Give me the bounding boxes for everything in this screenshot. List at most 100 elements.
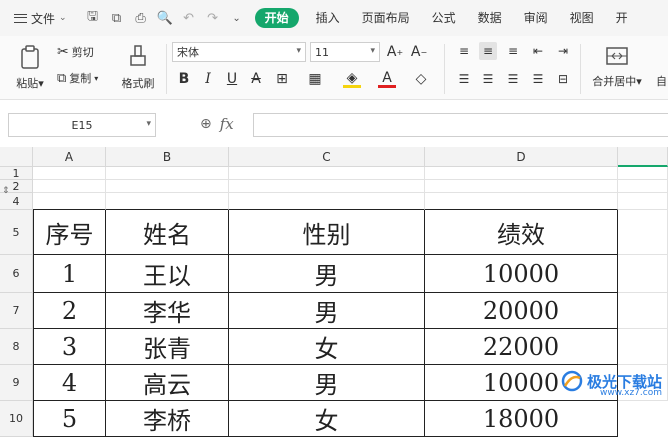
align-right-icon[interactable]: ☰ <box>504 70 522 88</box>
table-cell[interactable]: 女 <box>229 401 425 437</box>
table-cell[interactable]: 男 <box>229 293 425 329</box>
tab-page-layout[interactable]: 页面布局 <box>351 8 421 28</box>
paste-button[interactable]: 粘贴▾ <box>10 40 50 96</box>
empty-cell[interactable] <box>229 193 425 210</box>
row-header-9[interactable]: 9 <box>0 365 33 401</box>
table-cell[interactable]: 李华 <box>106 293 229 329</box>
table-cell[interactable]: 男 <box>229 255 425 293</box>
zoom-search-icon[interactable]: ⊕ <box>200 116 212 132</box>
table-cell[interactable]: 18000 <box>425 401 618 437</box>
decrease-font-icon[interactable]: A − <box>410 43 428 61</box>
column-header-e[interactable] <box>618 147 668 167</box>
tab-formulas[interactable]: 公式 <box>421 8 467 28</box>
row-header-8[interactable]: 8 <box>0 329 33 365</box>
row-header-7[interactable]: 7 <box>0 293 33 329</box>
merge-center-button[interactable]: 合并居中▾ <box>586 40 648 96</box>
clear-format-icon[interactable]: ◇ <box>412 70 430 88</box>
format-painter-button[interactable]: 格式刷 <box>116 40 160 96</box>
empty-cell[interactable] <box>618 167 668 180</box>
undo-icon[interactable]: ↶ <box>181 10 197 26</box>
empty-cell[interactable] <box>425 193 618 210</box>
empty-cell[interactable] <box>618 193 668 210</box>
font-size-select[interactable]: 11 ▾ <box>310 42 380 62</box>
table-cell[interactable]: 高云 <box>106 365 229 401</box>
print-icon[interactable]: ⎙ <box>133 10 149 26</box>
empty-cell[interactable] <box>106 193 229 210</box>
empty-cell[interactable] <box>229 167 425 180</box>
underline-icon[interactable]: U <box>223 70 241 88</box>
indent-decrease-icon[interactable]: ⇤ <box>529 42 547 60</box>
print-preview-icon[interactable]: 🔍 <box>156 10 172 26</box>
align-left-icon[interactable]: ☰ <box>455 70 473 88</box>
table-cell[interactable]: 20000 <box>425 293 618 329</box>
empty-cell[interactable] <box>618 180 668 193</box>
border-icon[interactable]: ⊞ <box>273 70 291 88</box>
cut-button[interactable]: ✂ 剪切 <box>57 44 94 60</box>
auto-wrap-button[interactable]: 自 <box>656 73 667 89</box>
increase-font-icon[interactable]: A + <box>386 43 404 61</box>
tab-data[interactable]: 数据 <box>467 8 513 28</box>
table-cell[interactable]: 3 <box>33 329 106 365</box>
tab-insert[interactable]: 插入 <box>305 8 351 28</box>
name-box[interactable]: E15 ▾ <box>8 113 156 137</box>
select-all-corner[interactable] <box>0 147 33 167</box>
empty-cell[interactable] <box>618 329 668 365</box>
fill-color-icon[interactable]: ◈ <box>343 70 361 88</box>
tab-home[interactable]: 开始 <box>254 8 299 28</box>
justify-icon[interactable]: ☰ <box>529 70 547 88</box>
align-top-icon[interactable]: ≡ <box>455 42 473 60</box>
save-icon[interactable]: 🖫 <box>85 9 101 26</box>
align-center-icon[interactable]: ☰ <box>479 70 497 88</box>
fx-icon[interactable]: fx <box>220 115 234 133</box>
empty-cell[interactable] <box>618 293 668 329</box>
empty-cell[interactable] <box>229 180 425 193</box>
font-color-icon[interactable]: A <box>378 70 396 88</box>
formula-input[interactable] <box>253 113 668 137</box>
column-header-b[interactable]: B <box>106 147 229 167</box>
empty-cell[interactable] <box>106 167 229 180</box>
row-header-6[interactable]: 6 <box>0 255 33 293</box>
tab-review[interactable]: 审阅 <box>513 8 559 28</box>
redo-icon[interactable]: ↷ <box>205 10 221 26</box>
indent-increase-icon[interactable]: ⇥ <box>554 42 572 60</box>
empty-cell[interactable] <box>33 180 106 193</box>
table-cell[interactable]: 2 <box>33 293 106 329</box>
header-cell-name[interactable]: 姓名 <box>106 210 229 255</box>
table-cell[interactable]: 5 <box>33 401 106 437</box>
table-cell[interactable]: 1 <box>33 255 106 293</box>
empty-cell[interactable] <box>618 210 668 255</box>
table-cell[interactable]: 22000 <box>425 329 618 365</box>
hidden-rows-toggle-icon[interactable]: ⇕ <box>2 186 10 196</box>
empty-cell[interactable] <box>425 167 618 180</box>
bold-icon[interactable]: B <box>175 70 193 88</box>
fill-pattern-icon[interactable]: ▦ <box>306 70 324 88</box>
empty-cell[interactable] <box>33 193 106 210</box>
copy-button[interactable]: ⧉ 复制 ▾ <box>57 70 98 86</box>
tab-developer[interactable]: 开 <box>605 8 639 28</box>
file-menu[interactable]: 文件 ⌄ <box>14 10 67 27</box>
italic-icon[interactable]: I <box>199 70 217 88</box>
row-header-10[interactable]: 10 <box>0 401 33 437</box>
distributed-icon[interactable]: ⊟ <box>554 70 572 88</box>
align-middle-icon[interactable]: ≡ <box>479 42 497 60</box>
table-cell[interactable]: 10000 <box>425 255 618 293</box>
header-cell-gender[interactable]: 性别 <box>229 210 425 255</box>
tab-view[interactable]: 视图 <box>559 8 605 28</box>
table-cell[interactable]: 张青 <box>106 329 229 365</box>
empty-cell[interactable] <box>106 180 229 193</box>
table-cell[interactable]: 4 <box>33 365 106 401</box>
more-icon[interactable]: ⌄ <box>229 10 245 26</box>
header-cell-number[interactable]: 序号 <box>33 210 106 255</box>
header-cell-performance[interactable]: 绩效 <box>425 210 618 255</box>
row-header-5[interactable]: 5 <box>0 210 33 255</box>
empty-cell[interactable] <box>618 255 668 293</box>
row-header-1[interactable]: 1 <box>0 167 33 180</box>
font-name-select[interactable]: 宋体 ▾ <box>172 42 306 62</box>
table-cell[interactable]: 王以 <box>106 255 229 293</box>
column-header-d[interactable]: D <box>425 147 618 167</box>
export-pdf-icon[interactable]: ⧉ <box>109 10 125 26</box>
align-bottom-icon[interactable]: ≡ <box>504 42 522 60</box>
empty-cell[interactable] <box>425 180 618 193</box>
table-cell[interactable]: 李桥 <box>106 401 229 437</box>
empty-cell[interactable] <box>33 167 106 180</box>
